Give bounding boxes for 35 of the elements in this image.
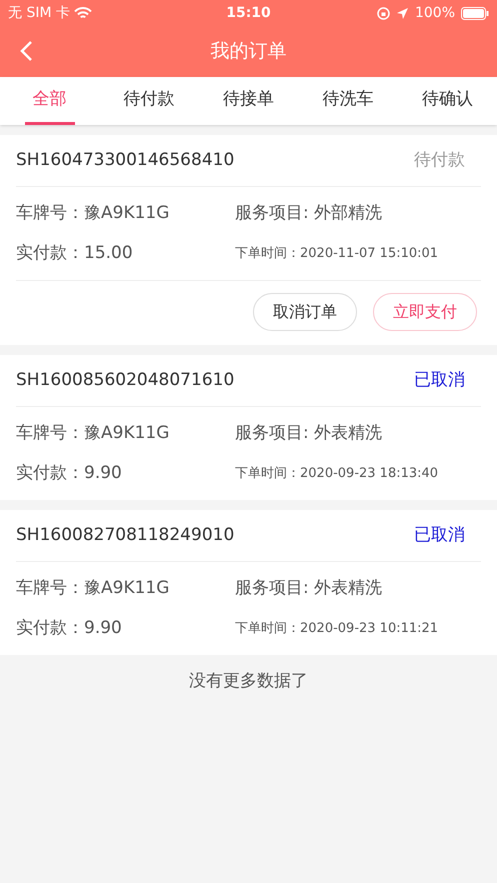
- plate-number: 车牌号：豫A9K11G: [16, 577, 170, 600]
- order-tab[interactable]: 待洗车: [298, 77, 398, 125]
- back-chevron-icon: [19, 40, 33, 62]
- service-item: 服务项目: 外表精洗: [235, 577, 384, 600]
- order-status: 待付款: [414, 148, 465, 172]
- order-tab[interactable]: 待付款: [99, 77, 199, 125]
- rotation-lock-icon: [376, 6, 390, 20]
- order-tab[interactable]: 待接单: [198, 77, 298, 125]
- wifi-icon: [74, 6, 92, 20]
- order-number: SH160473300146568410: [16, 148, 234, 172]
- battery-percent: 100%: [414, 4, 456, 22]
- order-time: 下单时间：2020-09-23 10:11:21: [235, 620, 440, 638]
- order-time: 下单时间：2020-09-23 18:13:40: [235, 464, 440, 482]
- order-number: SH160085602048071610: [16, 368, 234, 392]
- service-item: 服务项目: 外表精洗: [235, 422, 384, 445]
- battery-icon: [461, 6, 490, 20]
- plate-number: 车牌号：豫A9K11G: [16, 202, 170, 225]
- order-action-button[interactable]: 取消订单: [253, 293, 357, 331]
- clock: 15:10: [226, 4, 271, 22]
- page-title: 我的订单: [210, 39, 286, 64]
- order-tab[interactable]: 待确认: [398, 77, 497, 125]
- no-more-data-text: 没有更多数据了: [189, 670, 308, 693]
- paid-amount: 实付款：9.90: [16, 462, 123, 484]
- order-number: SH160082708118249010: [16, 524, 234, 547]
- paid-amount: 实付款：9.90: [16, 616, 123, 640]
- plate-number: 车牌号：豫A9K11G: [16, 422, 170, 445]
- order-tab[interactable]: 全部: [0, 77, 100, 125]
- order-status: 已取消: [414, 368, 465, 392]
- service-item: 服务项目: 外部精洗: [235, 202, 384, 225]
- order-time: 下单时间：2020-11-07 15:10:01: [235, 244, 440, 262]
- paid-amount: 实付款：15.00: [16, 242, 134, 264]
- location-arrow-icon: [396, 6, 409, 20]
- carrier-label: 无 SIM 卡: [8, 4, 70, 22]
- order-action-button[interactable]: 立即支付: [373, 293, 477, 331]
- order-status: 已取消: [414, 524, 465, 547]
